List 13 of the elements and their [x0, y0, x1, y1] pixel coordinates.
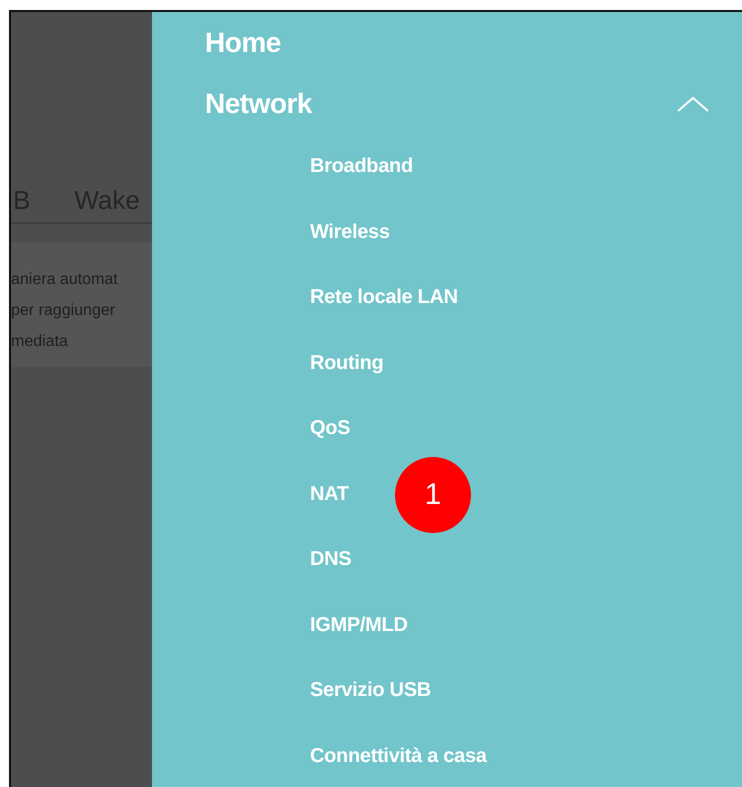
- submenu-item[interactable]: Rete locale LAN: [310, 286, 458, 310]
- submenu-item[interactable]: Broadband: [310, 155, 413, 178]
- menu-item[interactable]: Home: [205, 27, 710, 59]
- submenu-item[interactable]: Connettività a casa: [310, 744, 487, 768]
- menu-item[interactable]: Network: [205, 88, 676, 120]
- submenu-item[interactable]: DNS: [310, 548, 352, 572]
- chevron-icon[interactable]: [676, 95, 710, 113]
- submenu-item[interactable]: Wireless: [310, 220, 390, 244]
- submenu-item[interactable]: Servizio USB: [310, 679, 431, 702]
- submenu-item[interactable]: Routing: [310, 352, 384, 375]
- submenu-item[interactable]: IGMP/MLD: [310, 614, 408, 637]
- submenu-item[interactable]: NAT: [310, 482, 349, 506]
- submenu-item[interactable]: QoS: [310, 417, 350, 440]
